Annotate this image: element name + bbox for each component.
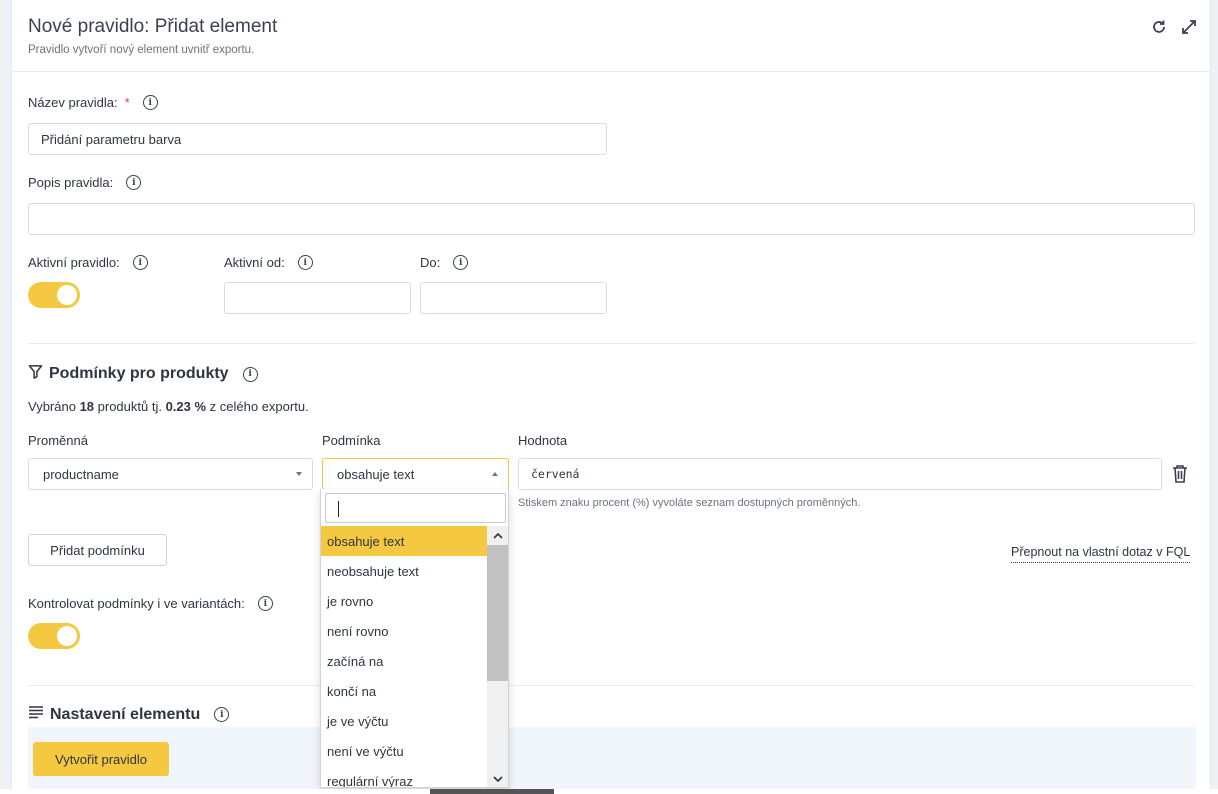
- dropdown-option[interactable]: není rovno: [321, 616, 488, 646]
- chevron-up-icon: [492, 472, 498, 476]
- value-hint: Stiskem znaku procent (%) vyvoláte sezna…: [518, 497, 861, 509]
- condition-column-label: Podmínka: [322, 433, 381, 448]
- horizontal-scrollbar[interactable]: [430, 789, 554, 794]
- dropdown-option[interactable]: je ve výčtu: [321, 706, 488, 736]
- element-settings-panel: [28, 727, 1196, 794]
- variants-toggle[interactable]: [28, 623, 80, 649]
- element-settings-title: Nastavení elementu i: [28, 705, 230, 724]
- variable-select[interactable]: productname: [28, 458, 313, 490]
- header-actions: [1150, 18, 1198, 36]
- selection-summary: Vybráno 18 produktů tj. 0.23 % z celého …: [28, 399, 309, 414]
- active-from-input[interactable]: [224, 282, 411, 314]
- summary-count: 18: [79, 399, 95, 414]
- bottom-strip: [0, 789, 1218, 794]
- conditions-title: Podmínky pro produkty i: [28, 364, 258, 384]
- refresh-icon[interactable]: [1150, 18, 1168, 36]
- info-icon[interactable]: i: [242, 366, 258, 382]
- dropdown-scrollbar[interactable]: [487, 526, 508, 787]
- dropdown-option[interactable]: obsahuje text: [321, 526, 488, 556]
- dropdown-option[interactable]: začíná na: [321, 646, 488, 676]
- expand-icon[interactable]: [1180, 18, 1198, 36]
- info-icon[interactable]: i: [132, 255, 148, 270]
- active-rule-toggle[interactable]: [28, 282, 80, 308]
- fql-switch-link[interactable]: Přepnout na vlastní dotaz v FQL: [1011, 545, 1191, 563]
- active-to-label: Do: i: [420, 255, 469, 270]
- rule-description-input[interactable]: [28, 203, 1195, 235]
- info-icon[interactable]: i: [297, 255, 313, 270]
- add-condition-button[interactable]: Přidat podmínku: [28, 534, 167, 566]
- active-rule-label: Aktivní pravidlo: i: [28, 255, 148, 270]
- info-icon[interactable]: i: [126, 175, 142, 190]
- scrollbar-thumb[interactable]: [487, 545, 508, 681]
- value-input[interactable]: červená: [518, 458, 1162, 490]
- create-rule-button[interactable]: Vytvořit pravidlo: [33, 742, 169, 776]
- info-icon[interactable]: i: [257, 596, 273, 611]
- rule-card: Nové pravidlo: Přidat element Pravidlo v…: [11, 0, 1211, 794]
- condition-select[interactable]: obsahuje text: [322, 458, 509, 490]
- page-subtitle: Pravidlo vytvoří nový element uvnitř exp…: [28, 44, 255, 56]
- dropdown-option[interactable]: je rovno: [321, 586, 488, 616]
- dropdown-option[interactable]: regulární výraz: [321, 766, 488, 788]
- info-icon[interactable]: i: [142, 95, 158, 110]
- dropdown-options: obsahuje text neobsahuje text je rovno n…: [321, 526, 488, 788]
- required-marker: *: [124, 95, 130, 110]
- summary-percent: 0.23 %: [165, 399, 207, 414]
- header-divider: [12, 71, 1210, 72]
- dropdown-option[interactable]: neobsahuje text: [321, 556, 488, 586]
- trash-icon[interactable]: [1171, 464, 1189, 484]
- scroll-down-arrow-icon[interactable]: [487, 770, 508, 787]
- variable-column-label: Proměnná: [28, 433, 88, 448]
- page-title: Nové pravidlo: Přidat element: [28, 16, 278, 37]
- info-icon[interactable]: i: [214, 707, 230, 722]
- rule-name-label: Název pravidla: * i: [28, 95, 158, 110]
- rule-description-label: Popis pravidla: i: [28, 175, 142, 190]
- info-icon[interactable]: i: [453, 255, 469, 270]
- scroll-up-arrow-icon[interactable]: [487, 526, 508, 544]
- text-cursor: [338, 501, 339, 517]
- section-divider: [28, 343, 1194, 344]
- section-divider: [28, 685, 1194, 686]
- chevron-down-icon: [296, 472, 302, 476]
- filter-icon: [28, 364, 43, 384]
- dropdown-option[interactable]: končí na: [321, 676, 488, 706]
- dropdown-option[interactable]: není ve výčtu: [321, 736, 488, 766]
- condition-dropdown: obsahuje text neobsahuje text je rovno n…: [320, 489, 509, 788]
- rule-name-input[interactable]: Přidání parametru barva: [28, 123, 607, 155]
- dropdown-search-input[interactable]: [325, 493, 506, 523]
- variants-label: Kontrolovat podmínky i ve variantách: i: [28, 596, 273, 611]
- active-from-label: Aktivní od: i: [224, 255, 313, 270]
- lines-icon: [28, 705, 44, 724]
- active-to-input[interactable]: [420, 282, 607, 314]
- value-column-label: Hodnota: [518, 433, 568, 448]
